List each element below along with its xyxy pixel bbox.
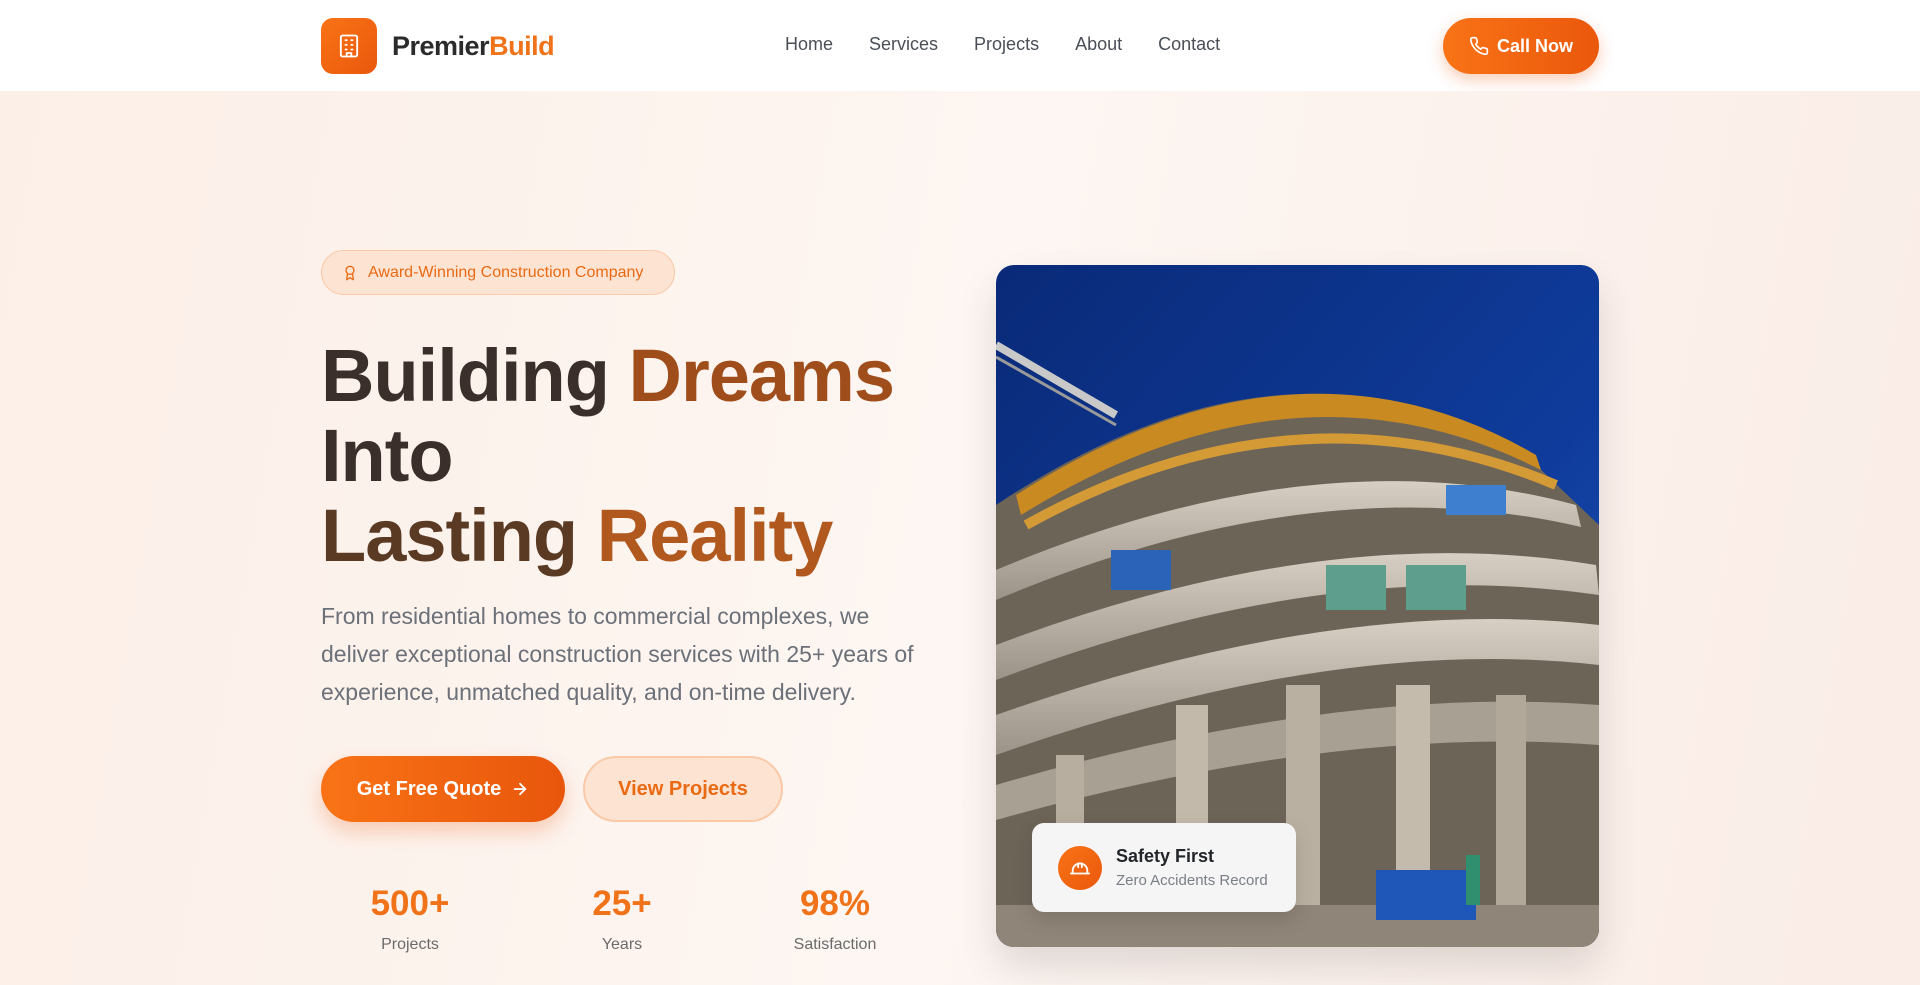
building-icon [321, 18, 377, 74]
arrow-right-icon [514, 782, 527, 796]
call-now-button[interactable]: Call Now [1443, 18, 1599, 74]
view-projects-button[interactable]: View Projects [583, 756, 783, 822]
stat-satisfaction: 98% Satisfaction [755, 884, 915, 954]
safety-card: Safety First Zero Accidents Record [1032, 823, 1296, 912]
stat-label: Projects [381, 936, 439, 953]
nav-about[interactable]: About [1075, 34, 1122, 55]
stat-value: 500+ [370, 884, 450, 923]
logo[interactable]: PremierBuild [321, 18, 555, 74]
headline-word-lasting: Lasting [321, 494, 578, 577]
stat-value: 25+ [592, 884, 652, 923]
stat-value: 98% [799, 884, 871, 923]
nav-contact[interactable]: Contact [1158, 34, 1220, 55]
view-projects-label: View Projects [618, 777, 748, 800]
get-free-quote-label: Get Free Quote [356, 777, 502, 800]
safety-text: Safety First Zero Accidents Record [1116, 846, 1268, 889]
logo-text: PremierBuild [392, 30, 555, 61]
award-badge: Award-Winning Construction Company [321, 250, 675, 295]
stat-label: Years [601, 936, 643, 953]
hero-description: From residential homes to commercial com… [321, 603, 914, 705]
phone-icon [1469, 36, 1489, 56]
nav-projects[interactable]: Projects [974, 34, 1039, 55]
headline-word-into: Into [321, 414, 454, 497]
award-icon [345, 265, 355, 280]
badge-label: Award-Winning Construction Company [368, 263, 644, 281]
nav-home[interactable]: Home [785, 34, 833, 55]
stat-label: Satisfaction [793, 936, 877, 953]
headline-word-dreams: Dreams [628, 334, 896, 417]
get-free-quote-button[interactable]: Get Free Quote [321, 756, 565, 822]
stat-projects: 500+ Projects [330, 884, 490, 954]
stat-years: 25+ Years [542, 884, 702, 954]
hero-section [0, 91, 1920, 985]
hard-hat-icon [1058, 845, 1102, 890]
headline-word-building: Building [321, 334, 610, 417]
site-header: PremierBuild Home Services Projects Abou… [0, 0, 1920, 91]
main-nav: Home Services Projects About Contact [785, 34, 1256, 55]
safety-subtitle: Zero Accidents Record [1116, 872, 1268, 889]
nav-services[interactable]: Services [869, 34, 938, 55]
headline-word-reality: Reality [596, 494, 834, 577]
hero-headline: Building Dreams Into Lasting Reality [321, 336, 941, 576]
call-now-label: Call Now [1496, 35, 1573, 56]
safety-title: Safety First [1116, 846, 1215, 866]
